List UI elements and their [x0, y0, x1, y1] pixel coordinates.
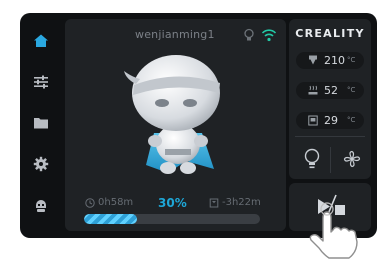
sliders-icon: [34, 75, 48, 89]
chamber-temp-unit: °C: [347, 116, 356, 124]
sidebar-item-files[interactable]: [28, 110, 54, 136]
clock-icon: [85, 198, 95, 208]
lightbulb-status-icon: [244, 28, 254, 41]
nozzle-temp-unit: °C: [347, 56, 356, 64]
progress-percent: 30%: [158, 196, 187, 210]
sidebar: [20, 13, 62, 238]
home-icon: [34, 34, 48, 47]
sidebar-item-controls[interactable]: [28, 69, 54, 95]
printer-info-panel: CREALITY 210 °C 52 °C 29 °C: [289, 19, 371, 179]
sidebar-item-home[interactable]: [28, 28, 54, 54]
chamber-icon: [308, 115, 318, 126]
print-time-row: 0h58m 30% -3h22m: [85, 196, 275, 211]
model-preview-image: [124, 55, 220, 174]
bed-temp-value: 52: [324, 84, 338, 97]
progress-bar-fill: [84, 214, 137, 224]
brand-logo: CREALITY: [295, 27, 365, 40]
divider: [295, 136, 365, 137]
chamber-temp-value: 29: [324, 114, 338, 127]
remaining-time: -3h22m: [222, 197, 261, 208]
divider: [330, 147, 331, 173]
sidebar-item-settings[interactable]: [28, 151, 54, 177]
gear-icon: [33, 156, 49, 172]
sidebar-item-assistant[interactable]: [28, 193, 54, 219]
chamber-temp-pill[interactable]: 29 °C: [296, 112, 364, 129]
fan-button[interactable]: [343, 150, 361, 168]
progress-bar: [84, 214, 260, 224]
nozzle-temp-value: 210: [324, 54, 345, 67]
elapsed-time: 0h58m: [98, 197, 134, 208]
device-name: wenjianming1: [135, 28, 215, 41]
heated-bed-icon: [308, 85, 318, 95]
print-status-panel: wenjianming1 0h58m 30% -3h22m: [65, 19, 286, 231]
folder-icon: [34, 118, 48, 129]
robot-icon: [36, 200, 46, 212]
bed-temp-pill[interactable]: 52 °C: [296, 82, 364, 99]
nozzle-icon: [309, 55, 317, 65]
nozzle-temp-pill[interactable]: 210 °C: [296, 52, 364, 69]
wifi-icon: [261, 29, 277, 42]
hourglass-icon: [209, 198, 219, 208]
bed-temp-unit: °C: [347, 86, 356, 94]
tap-hand-icon: [309, 202, 358, 259]
light-toggle-button[interactable]: [303, 147, 321, 171]
